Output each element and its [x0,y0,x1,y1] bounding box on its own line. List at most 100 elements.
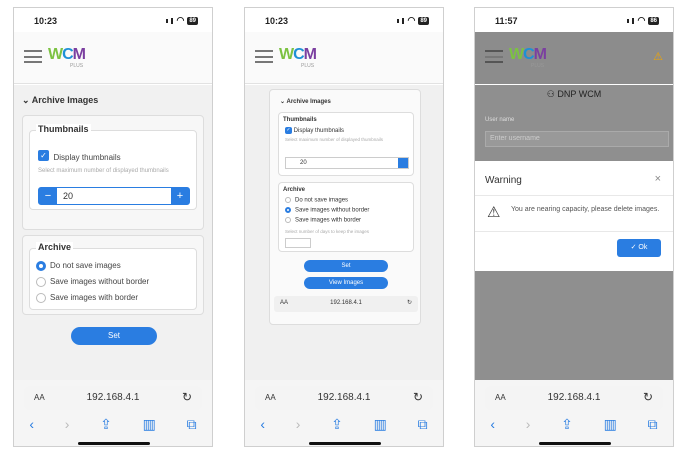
max-thumbnails-hint: Select maximum number of displayed thumb… [38,168,169,174]
thumbnails-fieldset: Thumbnails ✓ Display thumbnails Select m… [278,112,414,176]
share-icon[interactable]: ⇪ [100,416,112,433]
app-header: WCM PLUS [14,32,212,84]
tabs-icon[interactable]: ⧉ [187,416,197,433]
thumbnail-count-input[interactable]: 20 [63,191,73,201]
url-bar[interactable]: AA 192.168.4.1 ↻ [485,386,663,410]
thumbnails-legend: Thumbnails [283,117,317,123]
zoomed-page: ⌄ Archive Images Thumbnails ✓ Display th… [269,89,421,325]
dimmed-content: ⚇ DNP WCM User name Enter username Warni… [475,85,673,380]
back-icon[interactable]: ‹ [260,416,265,433]
forward-icon[interactable]: › [65,416,70,433]
phone-screen-1: 10:23 ◠ 89 WCM PLUS ⌄ Archive Images Thumb… [13,7,213,447]
display-thumbnails-checkbox[interactable]: ✓ Display thumbnails [285,127,344,134]
hamburger-icon[interactable] [255,50,273,63]
wifi-icon: ◠ [176,15,185,25]
wcm-logo: WCM PLUS [509,46,547,69]
archive-legend: Archive [36,242,74,252]
max-thumbnails-hint: Select maximum number of displayed thumb… [285,137,384,142]
days-input[interactable] [285,238,311,248]
dialog-title: Warning [485,175,522,186]
archive-options-card: Archive Do not save images Save images w… [22,235,204,315]
browser-nav: ‹ › ⇪ ▥ ⧉ [14,416,212,433]
url-text: 192.168.4.1 [547,392,601,403]
archive-images-accordion[interactable]: ⌄ Archive Images [22,95,98,106]
app-header: WCM PLUS [245,32,443,84]
username-label: User name [485,117,515,123]
battery-icon: 89 [187,16,198,25]
home-indicator [309,442,381,445]
person-icon: ⚇ [546,89,555,99]
set-button[interactable]: Set [304,260,388,272]
browser-nav: ‹ › ⇪ ▥ ⧉ [475,416,673,433]
battery-icon: 86 [648,16,659,25]
signal-icon [166,18,169,23]
signal-icon [627,18,630,23]
share-icon[interactable]: ⇪ [561,416,573,433]
home-indicator [539,442,611,445]
share-icon[interactable]: ⇪ [331,416,343,433]
status-time: 10:23 [34,16,58,26]
url-text: 192.168.4.1 [86,392,140,403]
archive-card: Thumbnails ✓ Display thumbnails Select m… [22,115,204,230]
username-input[interactable]: Enter username [485,131,669,147]
main-content: ⌄ Archive Images Thumbnails ✓ Display th… [245,85,443,380]
radio-save-without-border[interactable]: Save images without border [285,207,369,214]
wcm-logo: WCM PLUS [48,46,86,69]
view-images-button[interactable]: View Images [304,277,388,289]
archive-fieldset: Archive Do not save images Save images w… [29,242,197,310]
forward-icon[interactable]: › [526,416,531,433]
thumbnail-stepper[interactable]: − 20 + [38,187,190,205]
ok-button[interactable]: ✓ Ok [617,239,661,257]
archive-fieldset: Archive Do not save images Save images w… [278,182,414,252]
status-bar: 10:23 ◠ 89 [14,8,212,30]
decrement-button[interactable]: − [39,188,57,204]
phone-screen-3: 11:57 ◠ 86 WCM PLUS ⚠ ⚇ DNP WCM User name … [474,7,674,447]
status-bar: 11:57 ◠ 86 [475,8,673,30]
status-time: 11:57 [495,16,518,26]
hamburger-icon[interactable] [24,50,42,63]
dialog-message: You are nearing capacity, please delete … [511,206,660,213]
archive-images-accordion[interactable]: ⌄ Archive Images [280,98,331,105]
inner-url-bar: AA 192.168.4.1 ↻ [274,296,418,312]
thumbnail-stepper[interactable]: 20 [285,157,409,169]
forward-icon[interactable]: › [296,416,301,433]
days-hint: Select number of days to keep the images [285,229,370,234]
reload-icon[interactable]: ↻ [643,390,653,404]
status-time: 10:23 [265,16,289,26]
tabs-icon[interactable]: ⧉ [418,416,428,433]
phone-screen-2: 10:23 ◠ 89 WCM PLUS ⌄ Archive Images Thumb… [244,7,444,447]
back-icon[interactable]: ‹ [490,416,495,433]
radio-save-with-border[interactable]: Save images with border [36,293,138,303]
browser-toolbar: AA 192.168.4.1 ↻ ‹ › ⇪ ▥ ⧉ [14,380,212,446]
url-bar[interactable]: AA 192.168.4.1 ↻ [24,386,202,410]
bookmarks-icon[interactable]: ▥ [143,416,156,433]
close-icon[interactable]: × [655,173,661,185]
reload-icon[interactable]: ↻ [182,390,192,404]
warning-icon[interactable]: ⚠ [653,50,663,63]
wcm-logo: WCM PLUS [279,46,317,69]
radio-save-without-border[interactable]: Save images without border [36,277,149,287]
tabs-icon[interactable]: ⧉ [648,416,658,433]
bookmarks-icon[interactable]: ▥ [374,416,387,433]
browser-nav: ‹ › ⇪ ▥ ⧉ [245,416,443,433]
bookmarks-icon[interactable]: ▥ [604,416,617,433]
wifi-icon: ◠ [637,15,646,25]
browser-toolbar: AA 192.168.4.1 ↻ ‹ › ⇪ ▥ ⧉ [475,380,673,446]
device-name: ⚇ DNP WCM [546,89,602,99]
hamburger-icon[interactable] [485,50,503,63]
archive-legend: Archive [283,187,306,193]
thumbnails-legend: Thumbnails [36,124,91,134]
radio-save-with-border[interactable]: Save images with border [285,217,361,224]
thumbnails-fieldset: Thumbnails ✓ Display thumbnails Select m… [29,124,197,210]
home-indicator [78,442,150,445]
display-thumbnails-checkbox[interactable]: ✓ Display thumbnails [38,147,121,165]
wifi-icon: ◠ [407,15,416,25]
radio-do-not-save[interactable]: Do not save images [285,197,348,204]
increment-button[interactable]: + [171,188,189,204]
back-icon[interactable]: ‹ [29,416,34,433]
url-bar[interactable]: AA 192.168.4.1 ↻ [255,386,433,410]
reload-icon[interactable]: ↻ [413,390,423,404]
chevron-down-icon: ⌄ [22,95,30,105]
set-button[interactable]: Set [71,327,157,345]
radio-do-not-save[interactable]: Do not save images [36,261,121,271]
